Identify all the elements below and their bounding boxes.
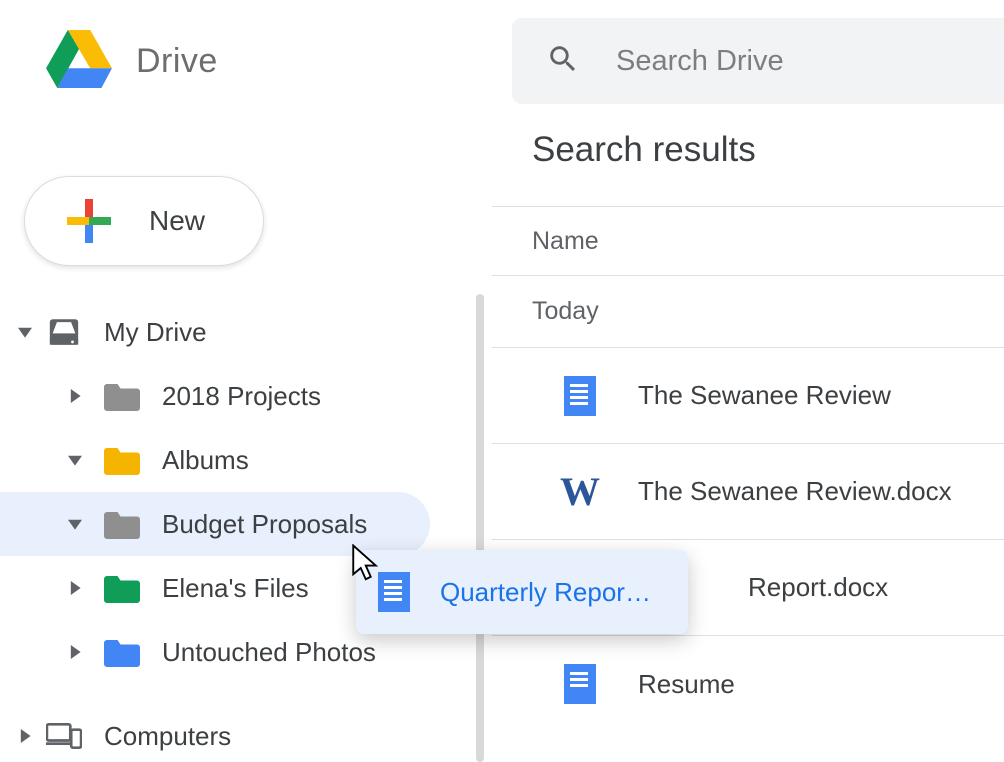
column-header-name[interactable]: Name (492, 206, 1004, 276)
chevron-down-icon[interactable] (64, 453, 86, 467)
drag-ghost: Quarterly Repor… (356, 550, 688, 634)
panel-divider[interactable] (476, 294, 484, 762)
docs-icon (562, 378, 598, 414)
drive-logo-icon (46, 30, 112, 93)
sidebar-item-label: Albums (162, 445, 249, 476)
sidebar-tree: My Drive 2018 Projects Albums Budget Pro… (0, 300, 460, 762)
sidebar-item-budget-proposals[interactable]: Budget Proposals (0, 492, 430, 556)
search-icon (546, 42, 580, 81)
sidebar-root-label: My Drive (104, 317, 207, 348)
folder-icon (104, 378, 140, 414)
drive-root-icon (46, 314, 82, 350)
section-today: Today (492, 276, 1004, 348)
sidebar-item-label: Elena's Files (162, 573, 309, 604)
docs-icon (562, 666, 598, 702)
plus-icon (67, 199, 111, 243)
search-input[interactable] (616, 45, 1004, 78)
logo-area: Drive (46, 30, 218, 93)
sidebar-root-label: Computers (104, 721, 231, 752)
chevron-right-icon[interactable] (64, 581, 86, 595)
folder-icon (104, 506, 140, 542)
docs-icon (378, 572, 410, 612)
sidebar-item-label: Budget Proposals (162, 509, 367, 540)
file-row[interactable]: Resume (492, 636, 1004, 732)
sidebar-item-label: 2018 Projects (162, 381, 321, 412)
chevron-right-icon[interactable] (64, 389, 86, 403)
chevron-right-icon[interactable] (64, 645, 86, 659)
chevron-down-icon[interactable] (64, 517, 86, 531)
file-name: Report.docx (748, 572, 888, 603)
word-icon: W (562, 474, 598, 510)
file-name: The Sewanee Review (638, 380, 891, 411)
sidebar-item-2018-projects[interactable]: 2018 Projects (0, 364, 460, 428)
search-results-panel: Search results Name Today The Sewanee Re… (492, 130, 1004, 732)
chevron-right-icon[interactable] (14, 729, 36, 743)
sidebar-item-albums[interactable]: Albums (0, 428, 460, 492)
devices-icon (46, 718, 82, 754)
results-title: Search results (492, 130, 1004, 170)
file-name: The Sewanee Review.docx (638, 476, 952, 507)
folder-icon (104, 634, 140, 670)
sidebar-item-label: Untouched Photos (162, 637, 376, 668)
folder-icon (104, 442, 140, 478)
file-row[interactable]: The Sewanee Review (492, 348, 1004, 444)
file-row[interactable]: W The Sewanee Review.docx (492, 444, 1004, 540)
folder-icon (104, 570, 140, 606)
app-title: Drive (136, 42, 218, 81)
sidebar-root-computers[interactable]: Computers (0, 704, 460, 762)
drag-ghost-label: Quarterly Repor… (440, 577, 651, 608)
sidebar-root-mydrive[interactable]: My Drive (0, 300, 460, 364)
file-name: Resume (638, 669, 735, 700)
new-button-label: New (149, 205, 205, 237)
chevron-down-icon[interactable] (14, 325, 36, 339)
new-button[interactable]: New (24, 176, 264, 266)
search-bar[interactable] (512, 18, 1004, 104)
